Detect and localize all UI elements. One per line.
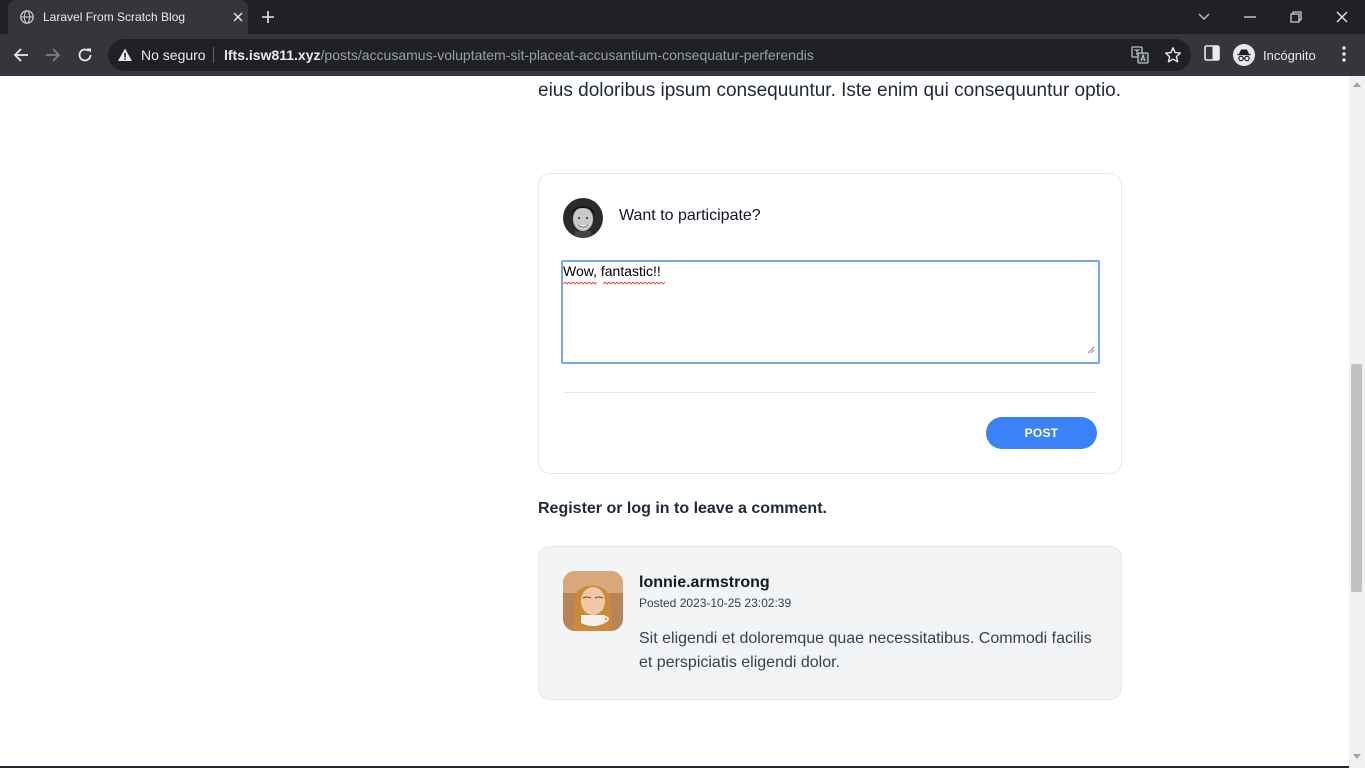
spellcheck-underline	[563, 282, 597, 285]
comment-textarea[interactable]: Wow, fantastic!!	[563, 262, 1098, 362]
post-comment-button[interactable]: POST	[986, 417, 1097, 449]
tab-search-chevron-down-icon[interactable]	[1192, 5, 1216, 29]
incognito-icon	[1233, 44, 1255, 66]
comment-card: lonnie.armstrong Posted 2023-10-25 23:02…	[538, 546, 1122, 700]
warning-triangle-icon[interactable]	[117, 47, 133, 68]
close-window-icon[interactable]	[1330, 5, 1354, 29]
comment-timestamp: Posted 2023-10-25 23:02:39	[639, 596, 792, 610]
scroll-up-arrow-icon[interactable]	[1353, 82, 1361, 87]
forward-arrow-icon[interactable]	[41, 43, 65, 67]
commenter-avatar	[563, 571, 623, 631]
tab-title: Laravel From Scratch Blog	[43, 10, 186, 24]
url-path: /posts/accusamus-voluptatem-sit-placeat-…	[320, 47, 814, 63]
comment-body: Sit eligendi et doloremque quae necessit…	[639, 630, 1092, 671]
page-viewport: eius doloribus ipsum consequuntur. Iste …	[0, 76, 1349, 768]
address-bar[interactable]: No seguro lfts.isw811.xyz/posts/accusamu…	[108, 39, 1191, 71]
back-arrow-icon[interactable]	[9, 43, 33, 67]
reload-icon[interactable]	[73, 43, 97, 67]
new-tab-plus-icon[interactable]	[259, 8, 277, 26]
incognito-profile-button[interactable]: Incógnito	[1233, 44, 1316, 66]
scroll-down-arrow-icon[interactable]	[1353, 754, 1361, 759]
profile-label: Incógnito	[1263, 47, 1316, 63]
browser-tab-strip: Laravel From Scratch Blog	[0, 0, 1365, 34]
post-body-text: eius doloribus ipsum consequuntur. Iste …	[538, 80, 1122, 101]
user-avatar	[563, 198, 603, 238]
browser-toolbar: No seguro lfts.isw811.xyz/posts/accusamu…	[0, 34, 1365, 76]
address-divider	[213, 47, 214, 63]
form-divider	[563, 392, 1097, 393]
translate-icon[interactable]	[1131, 46, 1149, 69]
tab-close-icon[interactable]	[230, 9, 246, 25]
minimize-icon[interactable]	[1238, 5, 1262, 29]
bookmark-star-icon[interactable]	[1164, 46, 1182, 69]
security-status-label[interactable]: No seguro	[141, 47, 206, 63]
more-options-kebab-icon[interactable]	[1336, 45, 1352, 68]
globe-icon	[20, 10, 34, 24]
register-login-prompt: Register or log in to leave a comment.	[538, 500, 827, 517]
form-heading: Want to participate?	[619, 207, 761, 224]
url-host: lfts.isw811.xyz	[224, 47, 321, 63]
restore-window-icon[interactable]	[1284, 5, 1308, 29]
scrollbar-thumb[interactable]	[1351, 364, 1362, 592]
url-text[interactable]: lfts.isw811.xyz/posts/accusamus-voluptat…	[224, 47, 814, 63]
comment-textarea-frame: Wow, fantastic!!	[561, 260, 1100, 364]
comment-form: Want to participate? Wow, fantastic!! PO…	[538, 173, 1122, 474]
resize-grip-icon[interactable]	[1087, 341, 1095, 359]
side-panel-icon[interactable]	[1203, 44, 1221, 67]
browser-tab-active[interactable]: Laravel From Scratch Blog	[8, 0, 248, 34]
spellcheck-underline	[603, 282, 665, 285]
comment-author: lonnie.armstrong	[639, 574, 770, 591]
page-scrollbar[interactable]	[1349, 76, 1365, 768]
